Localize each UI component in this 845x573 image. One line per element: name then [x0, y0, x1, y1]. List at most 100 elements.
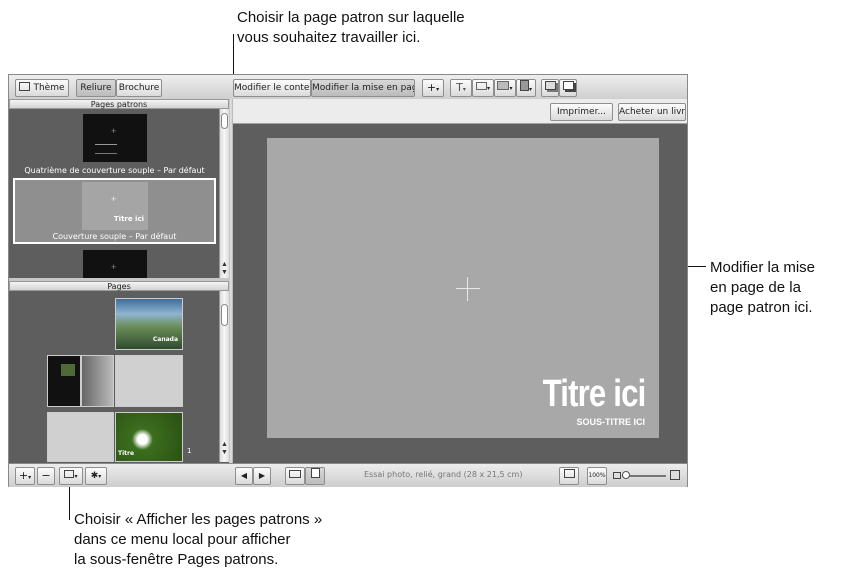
master-scrollbar[interactable]: ▲ ▼	[219, 109, 229, 278]
product-info: Essai photo, relié, grand (28 x 21,5 cm)	[364, 470, 523, 479]
page-thumb-cover[interactable]: Canada	[115, 298, 183, 350]
shapes-icon	[475, 82, 487, 90]
master-thumb-back-cover[interactable]: +	[83, 114, 147, 162]
add-page-button[interactable]: +▾	[15, 467, 35, 485]
callout-bottom-line2: dans ce menu local pour afficher	[74, 531, 291, 548]
add-menu-button[interactable]: +▾	[422, 79, 444, 97]
callout-top-line1: Choisir la page patron sur laquelle	[237, 9, 465, 26]
next-page-button[interactable]: ▶	[253, 467, 271, 485]
master-item-selected[interactable]: + Titre ici Couverture souple – Par défa…	[13, 178, 216, 244]
theme-button[interactable]: Thème	[15, 79, 69, 97]
zoom-small-icon	[613, 472, 621, 479]
crosshair-icon	[456, 277, 480, 301]
crosshair-icon: +	[111, 126, 117, 136]
thumb-photo	[61, 364, 75, 376]
canvas-subtitle[interactable]: SOUS-TITRE ICI	[576, 417, 645, 427]
remove-page-button[interactable]: −	[37, 467, 55, 485]
spread-view-button[interactable]	[285, 467, 305, 485]
page-thumb-caption: Titre	[118, 450, 135, 457]
buy-book-button[interactable]: Acheter un livre...	[618, 103, 686, 121]
bring-front-icon	[544, 81, 556, 90]
shapes-button[interactable]: ▾	[472, 79, 494, 97]
theme-icon	[19, 82, 31, 91]
secondary-bar: Imprimer... Acheter un livre...	[233, 99, 687, 124]
adjust-button[interactable]: ▾	[516, 79, 536, 97]
text-icon: T	[456, 81, 463, 94]
send-back-icon	[562, 81, 574, 90]
zoom-slider[interactable]	[622, 471, 666, 479]
page-thumb-blank-left[interactable]	[47, 412, 114, 462]
add-symbol: +	[18, 469, 29, 482]
view-menu-button[interactable]: ▾	[59, 467, 83, 485]
master-pages-list: + Quatrième de couverture souple – Par d…	[9, 109, 220, 278]
action-menu-button[interactable]: ✱▾	[85, 467, 107, 485]
one-page-icon	[310, 468, 320, 478]
zoom-100-button[interactable]: 100%	[587, 467, 607, 485]
app-window: Thème Reliure Brochure Modifier le conte…	[8, 74, 688, 487]
page-thumb-caption: Canada	[152, 336, 178, 343]
pages-header: Pages	[9, 281, 229, 291]
mask-icon	[497, 81, 510, 90]
mask-button[interactable]: ▾	[494, 79, 516, 97]
callout-right-line3: page patron ici.	[710, 299, 813, 316]
fit-page-button[interactable]	[559, 467, 579, 485]
scroll-up-icon[interactable]: ▲	[220, 261, 229, 269]
back-button[interactable]	[559, 79, 577, 97]
callout-top: Choisir la page patron sur laquelle vous…	[237, 8, 465, 48]
callout-bottom: Choisir « Afficher les pages patrons » d…	[74, 510, 322, 570]
callout-bottom-line3: la sous-fenêtre Pages patrons.	[74, 551, 279, 568]
view-icon	[64, 470, 75, 478]
text-box-button[interactable]: T▾	[450, 79, 472, 97]
master-pages-header: Pages patrons	[9, 99, 229, 109]
page-thumb-right-blank[interactable]	[115, 355, 183, 407]
tab-modifier-mise-en-page[interactable]: Modifier la mise en page	[311, 79, 415, 97]
arrow-left-icon: ◀	[240, 471, 248, 480]
toolbar: Thème Reliure Brochure Modifier le conte…	[9, 75, 687, 100]
canvas-title[interactable]: Titre ici	[542, 374, 646, 414]
prev-page-button[interactable]: ◀	[235, 467, 253, 485]
page-thumb-left-gray[interactable]	[81, 355, 114, 407]
crosshair-h	[456, 288, 480, 289]
add-symbol: +	[426, 81, 437, 94]
tab-brochure[interactable]: Brochure	[116, 79, 162, 97]
callout-right: Modifier la mise en page de la page patr…	[710, 258, 815, 318]
arrow-right-icon: ▶	[258, 471, 266, 480]
pages-scroll-thumb[interactable]	[221, 304, 228, 326]
page-thumb-left-dark[interactable]	[47, 355, 81, 407]
scroll-up-icon[interactable]: ▲	[220, 441, 229, 449]
callout-bottom-line1: Choisir « Afficher les pages patrons »	[74, 511, 323, 528]
crosshair-icon: +	[111, 262, 117, 272]
scroll-down-icon[interactable]: ▼	[220, 449, 229, 457]
callout-right-line1: Modifier la mise	[710, 259, 816, 276]
single-view-button[interactable]	[305, 467, 325, 485]
theme-label: Thème	[33, 83, 65, 93]
page-thumb-butterfly[interactable]: Titre	[115, 412, 183, 462]
thumb-text-lines	[95, 144, 117, 154]
two-page-icon	[289, 470, 301, 478]
zoom-slider-knob[interactable]	[622, 471, 631, 479]
print-button[interactable]: Imprimer...	[550, 103, 613, 121]
page-number: 1	[187, 447, 192, 455]
zoom-large-icon	[670, 470, 680, 480]
master-scroll-thumb[interactable]	[221, 113, 228, 129]
callout-top-line2: vous souhaitez travailler ici.	[237, 29, 421, 46]
master-label-back-cover[interactable]: Quatrième de couverture souple – Par déf…	[9, 166, 220, 175]
scroll-down-icon[interactable]: ▼	[220, 269, 229, 277]
front-button[interactable]	[541, 79, 559, 97]
fit-icon	[563, 469, 575, 478]
crosshair-v	[467, 277, 468, 301]
tab-modifier-contenu[interactable]: Modifier le contenu	[233, 79, 311, 97]
master-thumb-third[interactable]: +	[83, 250, 147, 278]
chevron-down-icon: ▾	[436, 86, 440, 93]
left-panel: Pages patrons + Quatrième de couverture …	[9, 99, 229, 462]
page-canvas[interactable]: Titre ici SOUS-TITRE ICI	[267, 138, 659, 438]
adjust-icon	[519, 80, 529, 91]
callout-right-line2: en page de la	[710, 279, 801, 296]
thumb-title: Titre ici	[113, 215, 144, 223]
pages-scrollbar[interactable]: ▲ ▼	[219, 291, 229, 462]
master-label-cover: Couverture souple – Par défaut	[52, 232, 177, 241]
crosshair-icon: +	[111, 194, 117, 204]
panel-divider[interactable]	[229, 99, 233, 463]
tab-reliure[interactable]: Reliure	[76, 79, 116, 97]
remove-symbol: −	[41, 469, 51, 482]
